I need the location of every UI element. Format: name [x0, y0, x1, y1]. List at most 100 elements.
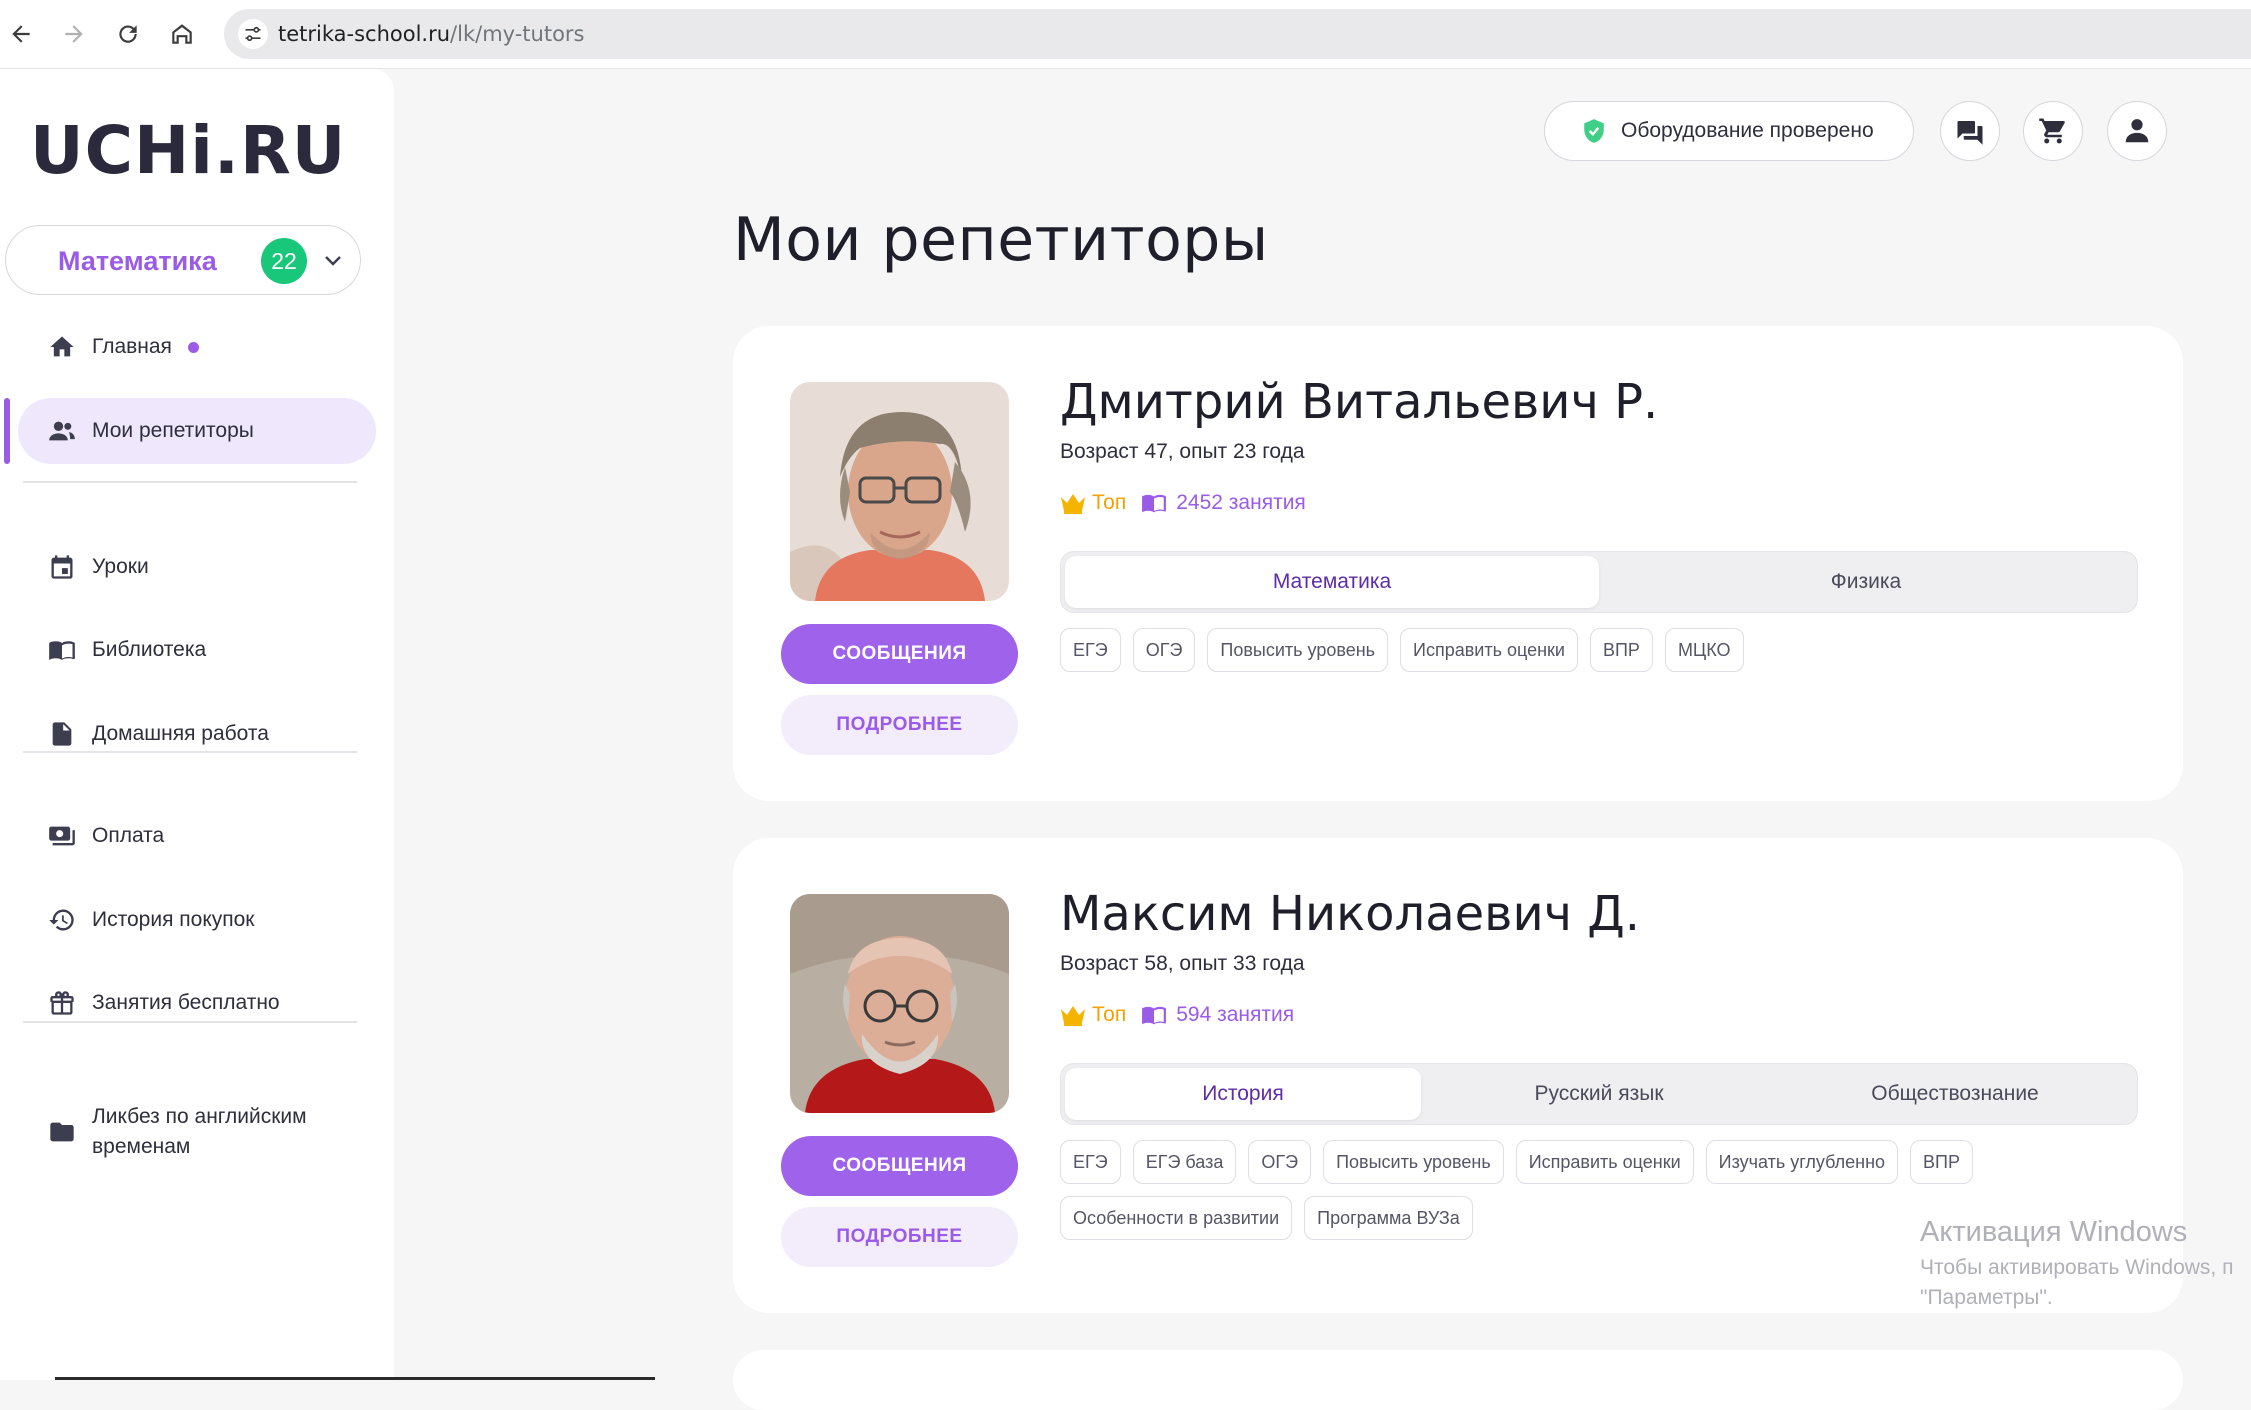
home-outline-icon: [172, 24, 192, 44]
reload-button[interactable]: [111, 17, 145, 51]
back-button[interactable]: [4, 17, 38, 51]
book-icon: [1142, 494, 1167, 513]
site-settings-icon[interactable]: [238, 19, 268, 49]
tab-subject[interactable]: Обществознание: [1777, 1068, 2133, 1120]
tutor-photo: [790, 382, 1009, 601]
sidebar-item-label: Оплата: [92, 824, 165, 847]
divider: [23, 1021, 357, 1023]
sidebar-item-free-lessons[interactable]: Занятия бесплатно: [18, 970, 376, 1036]
watermark-title: Активация Windows: [1920, 1216, 2188, 1248]
forward-button[interactable]: [57, 17, 91, 51]
lessons-count: 2452 занятия: [1176, 491, 1306, 514]
folder-icon: [48, 1118, 76, 1146]
watermark-line1: Чтобы активировать Windows, п: [1920, 1256, 2234, 1279]
users-icon: [48, 417, 76, 445]
divider: [23, 751, 357, 753]
shield-check-icon: [1584, 119, 1604, 143]
crown-icon: [1061, 1006, 1085, 1026]
book-icon: [1142, 1006, 1167, 1025]
page-title: Мои репетиторы: [733, 205, 1269, 275]
goal-tag: Особенности в развитии: [1060, 1196, 1293, 1240]
goal-tag: Повысить уровень: [1207, 628, 1389, 672]
gift-icon: [48, 989, 76, 1017]
sidebar-item-homework[interactable]: Домашняя работа: [18, 701, 376, 767]
goal-tag: Исправить оценки: [1400, 628, 1578, 672]
url-path: /lk/my-tutors: [450, 22, 585, 46]
chat-icon: [1957, 121, 1983, 145]
tutor-age-experience: Возраст 47, опыт 23 года: [1060, 440, 1305, 463]
arrow-right-icon: [65, 25, 83, 43]
tutor-name: Максим Николаевич Д.: [1060, 886, 1641, 942]
money-icon: [48, 822, 76, 850]
profile-button[interactable]: [2107, 101, 2167, 161]
top-badge: Топ: [1092, 1003, 1127, 1026]
goal-tag: Повысить уровень: [1323, 1140, 1504, 1184]
tutor-card-partial: [733, 1350, 2183, 1410]
history-icon: [48, 906, 76, 934]
sidebar-item-payment[interactable]: Оплата: [18, 803, 376, 869]
browser-toolbar: tetrika-school.ru/lk/my-tutors: [0, 0, 2251, 69]
messages-button[interactable]: СООБЩЕНИЯ: [781, 1136, 1018, 1196]
subject-count-badge: 22: [261, 238, 307, 284]
subject-label: Математика: [58, 246, 217, 276]
sidebar-item-home[interactable]: Главная: [18, 314, 376, 380]
goal-tags: ЕГЭ ОГЭ Повысить уровень Исправить оценк…: [1060, 628, 2140, 672]
sidebar-item-label: Мои репетиторы: [92, 419, 254, 442]
url-host: tetrika-school.ru: [278, 22, 451, 46]
sidebar-item-label: Уроки: [92, 555, 149, 578]
book-open-icon: [48, 636, 76, 664]
top-badge: Топ: [1092, 491, 1127, 514]
goal-tag: ВПР: [1910, 1140, 1973, 1184]
tutor-stats: Топ 594 занятия: [1060, 1002, 1294, 1028]
sidebar-item-english-tenses[interactable]: Ликбез по английским временам: [18, 1087, 376, 1177]
watermark-line2: "Параметры".: [1920, 1286, 2053, 1309]
details-button[interactable]: ПОДРОБНЕЕ: [781, 695, 1018, 755]
home-icon: [48, 333, 76, 361]
address-bar[interactable]: tetrika-school.ru/lk/my-tutors: [224, 9, 2251, 59]
tab-subject[interactable]: Русский язык: [1421, 1068, 1777, 1120]
sidebar-item-lessons[interactable]: Уроки: [18, 534, 376, 600]
equipment-status-button[interactable]: Оборудование проверено: [1544, 101, 1914, 161]
tab-subject[interactable]: История: [1065, 1068, 1421, 1120]
cart-icon: [2039, 118, 2065, 144]
document-icon: [48, 720, 76, 748]
sidebar-item-label: Домашняя работа: [92, 722, 269, 745]
sidebar-item-label: Ликбез по английским временам: [92, 1105, 307, 1158]
windows-activation-watermark: Активация Windows Чтобы активировать Win…: [1920, 1216, 2233, 1313]
goal-tag: Изучать углубленно: [1705, 1140, 1899, 1184]
sidebar-item-my-tutors[interactable]: Мои репетиторы: [18, 398, 376, 464]
tutor-age-experience: Возраст 58, опыт 33 года: [1060, 952, 1305, 975]
chat-button[interactable]: [1940, 101, 2000, 161]
home-button[interactable]: [165, 17, 199, 51]
goal-tag: ВПР: [1589, 628, 1653, 672]
equipment-status-label: Оборудование проверено: [1621, 119, 1874, 142]
goal-tag: ЕГЭ база: [1132, 1140, 1237, 1184]
calendar-icon: [48, 553, 76, 581]
goal-tag: МЦКО: [1664, 628, 1744, 672]
reload-icon: [119, 25, 137, 43]
sidebar-item-label: История покупок: [92, 908, 255, 931]
goal-tag: ОГЭ: [1248, 1140, 1312, 1184]
active-indicator: [4, 398, 10, 464]
goal-tag: Исправить оценки: [1515, 1140, 1694, 1184]
sidebar-item-label: Главная: [92, 335, 172, 358]
subject-tabs: Математика Физика: [1060, 551, 2138, 613]
tutor-card: СООБЩЕНИЯ ПОДРОБНЕЕ Дмитрий Витальевич Р…: [733, 326, 2183, 801]
sidebar-item-label: Библиотека: [92, 638, 207, 661]
user-icon: [2125, 119, 2149, 143]
cart-button[interactable]: [2023, 101, 2083, 161]
subject-selector[interactable]: Математика 22: [5, 225, 361, 295]
details-button[interactable]: ПОДРОБНЕЕ: [781, 1207, 1018, 1267]
lessons-count: 594 занятия: [1176, 1003, 1295, 1026]
sidebar-item-purchase-history[interactable]: История покупок: [18, 887, 376, 953]
uchi-logo[interactable]: UCHi.RU: [30, 109, 360, 189]
tab-subject[interactable]: Математика: [1065, 556, 1599, 608]
sidebar-item-label: Занятия бесплатно: [92, 991, 280, 1014]
tab-subject[interactable]: Физика: [1599, 556, 2133, 608]
sidebar-item-library[interactable]: Библиотека: [18, 617, 376, 683]
crown-icon: [1061, 494, 1085, 514]
messages-button[interactable]: СООБЩЕНИЯ: [781, 624, 1018, 684]
sidebar: UCHi.RU Математика 22 Главная Мои репети…: [0, 69, 394, 1380]
goal-tag: ЕГЭ: [1060, 1140, 1121, 1184]
url-text: tetrika-school.ru/lk/my-tutors: [278, 22, 585, 46]
